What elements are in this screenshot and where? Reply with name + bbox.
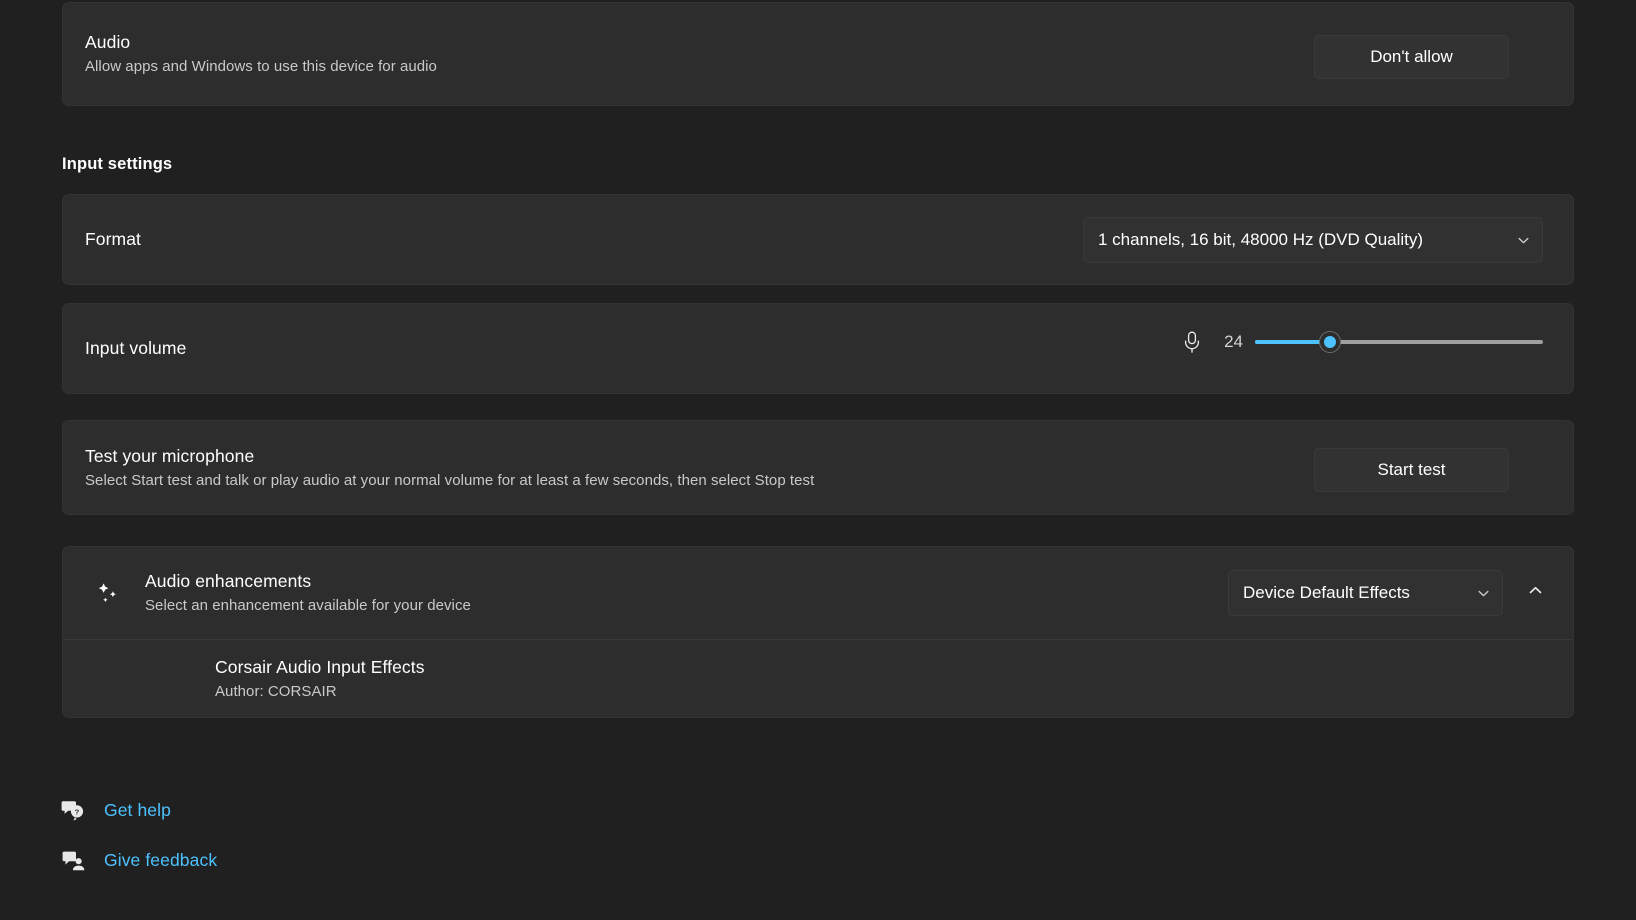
settings-sound-device-page: Audio Allow apps and Windows to use this… xyxy=(0,0,1636,920)
audio-card-title: Audio xyxy=(85,30,437,54)
microphone-icon xyxy=(1181,330,1203,354)
input-volume-slider-fill xyxy=(1255,340,1330,344)
audio-enhancement-item-title: Corsair Audio Input Effects xyxy=(215,655,425,679)
feedback-icon xyxy=(56,848,90,872)
start-test-button[interactable]: Start test xyxy=(1314,448,1509,492)
input-settings-section-title: Input settings xyxy=(62,155,172,174)
audio-enhancements-title: Audio enhancements xyxy=(145,569,471,593)
svg-text:?: ? xyxy=(75,807,80,816)
format-card: Format 1 channels, 16 bit, 48000 Hz (DVD… xyxy=(62,194,1574,285)
format-combobox-value: 1 channels, 16 bit, 48000 Hz (DVD Qualit… xyxy=(1098,230,1423,250)
format-combobox[interactable]: 1 channels, 16 bit, 48000 Hz (DVD Qualit… xyxy=(1083,217,1543,263)
sparkle-icon xyxy=(85,578,129,608)
test-microphone-texts: Test your microphone Select Start test a… xyxy=(85,444,814,492)
input-volume-value: 24 xyxy=(1209,332,1243,352)
audio-enhancements-header[interactable]: Audio enhancements Select an enhancement… xyxy=(63,547,1573,639)
input-volume-slider-track[interactable] xyxy=(1255,340,1543,344)
audio-enhancement-item-author: Author: CORSAIR xyxy=(215,681,425,703)
input-volume-label: Input volume xyxy=(85,338,186,359)
audio-enhancements-combobox-value: Device Default Effects xyxy=(1243,583,1410,603)
chevron-down-icon xyxy=(1477,587,1490,600)
give-feedback-label: Give feedback xyxy=(104,850,217,871)
audio-card-subtitle: Allow apps and Windows to use this devic… xyxy=(85,56,437,78)
get-help-link[interactable]: ? Get help xyxy=(56,798,171,822)
format-label: Format xyxy=(85,229,141,250)
test-microphone-subtitle: Select Start test and talk or play audio… xyxy=(85,470,814,492)
input-volume-card: Input volume 24 xyxy=(62,303,1574,394)
chevron-down-icon xyxy=(1517,234,1530,247)
audio-permission-card: Audio Allow apps and Windows to use this… xyxy=(62,2,1574,106)
audio-enhancement-item[interactable]: Corsair Audio Input Effects Author: CORS… xyxy=(63,640,1573,717)
give-feedback-link[interactable]: Give feedback xyxy=(56,848,217,872)
test-microphone-title: Test your microphone xyxy=(85,444,814,468)
audio-enhancement-item-texts: Corsair Audio Input Effects Author: CORS… xyxy=(215,655,425,703)
input-volume-control: 24 xyxy=(1181,330,1543,354)
chevron-up-icon xyxy=(1528,583,1543,603)
help-chat-icon: ? xyxy=(56,798,90,822)
audio-enhancements-expander: Audio enhancements Select an enhancement… xyxy=(62,546,1574,718)
dont-allow-button[interactable]: Don't allow xyxy=(1314,35,1509,79)
test-microphone-card: Test your microphone Select Start test a… xyxy=(62,420,1574,515)
audio-enhancements-texts: Audio enhancements Select an enhancement… xyxy=(145,569,471,617)
audio-enhancements-expand-toggle[interactable] xyxy=(1515,573,1555,613)
get-help-label: Get help xyxy=(104,800,171,821)
input-volume-slider-thumb[interactable] xyxy=(1320,332,1340,352)
audio-card-texts: Audio Allow apps and Windows to use this… xyxy=(85,30,437,78)
audio-enhancements-combobox[interactable]: Device Default Effects xyxy=(1228,570,1503,616)
audio-enhancements-subtitle: Select an enhancement available for your… xyxy=(145,595,471,617)
